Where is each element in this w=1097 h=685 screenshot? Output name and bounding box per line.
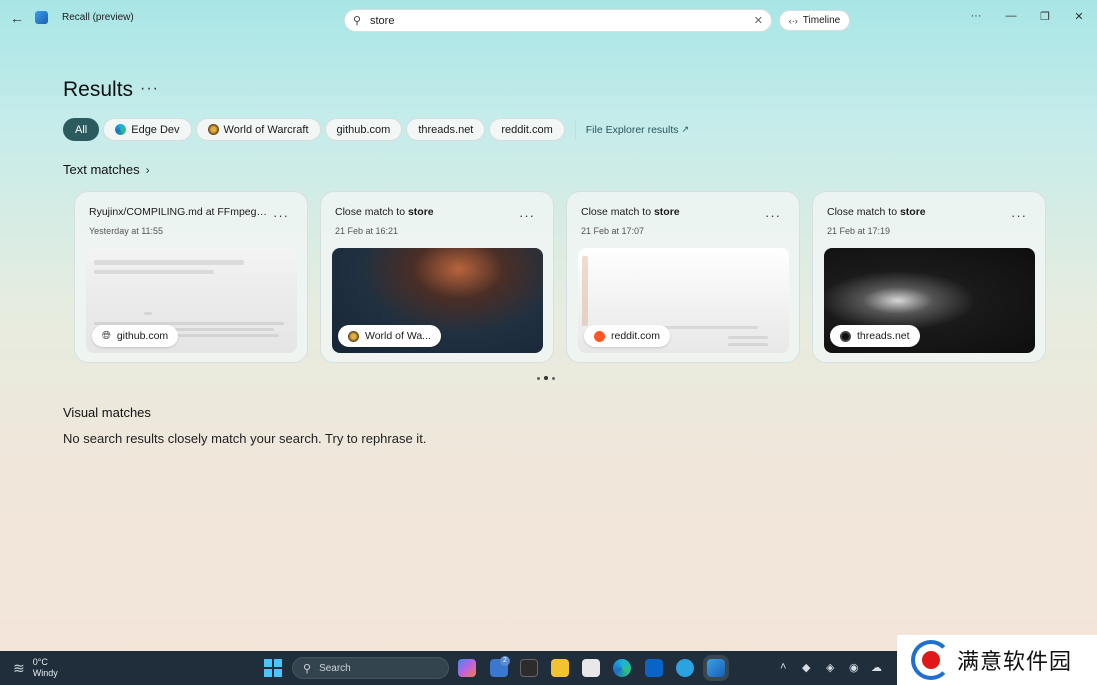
card-title: Close match to store: [335, 206, 434, 218]
windows-start-icon[interactable]: [264, 659, 282, 677]
restore-icon[interactable]: ❐: [1036, 10, 1054, 24]
weather-widget[interactable]: ≋ 0°C Windy: [13, 657, 58, 679]
source-pill: reddit.com: [584, 325, 671, 347]
notification-badge: 2: [500, 656, 510, 666]
clear-icon[interactable]: ✕: [754, 14, 763, 27]
chevron-up-icon[interactable]: ˄: [780, 661, 786, 673]
onedrive-icon[interactable]: ☁: [871, 661, 882, 674]
text-matches-header[interactable]: Text matches ›: [63, 162, 150, 177]
card-more-icon[interactable]: ···: [765, 208, 781, 223]
source-pill: threads.net: [830, 325, 920, 347]
no-results-message: No search results closely match your sea…: [63, 431, 427, 446]
filter-label: threads.net: [418, 123, 474, 136]
filter-bar: All Edge Dev World of Warcraft github.co…: [63, 118, 689, 141]
card-title: Ryujinx/COMPILING.md at FFmpeg-fo...: [89, 206, 269, 218]
pager-dot[interactable]: [552, 376, 555, 380]
timeline-label: Timeline: [802, 15, 841, 26]
wow-icon: [207, 124, 219, 135]
match-card[interactable]: Ryujinx/COMPILING.md at FFmpeg-fo... Yes…: [74, 191, 308, 363]
filter-label: github.com: [336, 123, 391, 136]
back-arrow-icon[interactable]: ←: [8, 10, 26, 26]
search-icon: ⚲: [303, 662, 312, 675]
filter-github[interactable]: github.com: [324, 118, 403, 141]
divider: [574, 119, 576, 140]
telegram-icon[interactable]: [676, 659, 694, 677]
threads-icon: [840, 330, 851, 342]
results-more-icon[interactable]: ···: [140, 80, 159, 98]
search-box[interactable]: ⚲ ✕: [344, 9, 772, 32]
taskbar-search-label: Search: [319, 662, 351, 674]
source-label: github.com: [116, 330, 169, 342]
source-label: World of Wa...: [365, 330, 431, 342]
copilot-icon[interactable]: [458, 659, 476, 677]
chevron-right-icon: ›: [145, 163, 150, 177]
app-title: Recall (preview): [62, 12, 134, 23]
watermark-logo: [911, 640, 951, 680]
outlook-icon[interactable]: [645, 659, 663, 677]
card-date: 21 Feb at 17:19: [827, 226, 891, 236]
card-title: Close match to store: [581, 206, 680, 218]
recall-app-icon: [35, 11, 48, 24]
card-date: 21 Feb at 16:21: [335, 226, 399, 236]
card-more-icon[interactable]: ···: [1011, 208, 1027, 223]
results-title: Results: [63, 78, 134, 101]
card-more-icon[interactable]: ···: [519, 208, 535, 223]
temperature: 0°C: [32, 657, 48, 667]
terminal-icon[interactable]: [520, 659, 538, 677]
card-date: 21 Feb at 17:07: [581, 226, 645, 236]
filter-edge-dev[interactable]: Edge Dev: [103, 118, 192, 141]
weather-condition: Windy: [32, 668, 58, 678]
store-icon[interactable]: [582, 659, 600, 677]
source-pill: World of Wa...: [338, 325, 441, 347]
more-options-icon[interactable]: ···: [967, 10, 985, 24]
card-date: Yesterday at 11:55: [89, 226, 164, 236]
watermark: 满意软件园: [897, 635, 1097, 685]
wow-icon: [348, 330, 359, 342]
source-label: reddit.com: [611, 330, 661, 342]
carousel-pager[interactable]: [537, 376, 555, 380]
card-more-icon[interactable]: ···: [273, 208, 289, 223]
file-explorer-results-link[interactable]: File Explorer results ↗: [586, 124, 689, 136]
match-card[interactable]: Close match to store 21 Feb at 17:19 ···…: [812, 191, 1046, 363]
filter-world-of-warcraft[interactable]: World of Warcraft: [195, 118, 321, 141]
timeline-icon: ‹·›: [788, 15, 798, 26]
filter-reddit[interactable]: reddit.com: [489, 118, 565, 141]
source-pill: 🌐︎ github.com: [92, 325, 179, 347]
edge-icon[interactable]: [613, 659, 631, 677]
file-explorer-label: File Explorer results: [585, 123, 679, 136]
search-input[interactable]: [370, 13, 730, 29]
pager-dot-current[interactable]: [544, 376, 548, 380]
match-card[interactable]: Close match to store 21 Feb at 17:07 ···…: [566, 191, 800, 363]
edge-icon: [115, 124, 127, 135]
text-matches-title: Text matches: [63, 162, 140, 177]
close-icon[interactable]: ✕: [1070, 10, 1088, 24]
visual-matches-title: Visual matches: [63, 405, 151, 420]
timeline-button[interactable]: ‹·› Timeline: [779, 10, 850, 31]
filter-label: Edge Dev: [131, 123, 180, 136]
edge-dev-tray-icon[interactable]: ◉: [849, 661, 859, 674]
watermark-text: 满意软件园: [957, 650, 1073, 675]
title-bar: ← Recall (preview) ⚲ ✕ ‹·› Timeline ··· …: [0, 0, 1097, 40]
filter-threads[interactable]: threads.net: [406, 118, 486, 141]
taskbar-search[interactable]: ⚲ Search: [292, 657, 449, 679]
filter-label: World of Warcraft: [223, 123, 309, 136]
filter-label: reddit.com: [501, 123, 553, 136]
teams-tray-icon[interactable]: ◆: [802, 661, 810, 674]
filter-label: All: [75, 123, 88, 136]
file-explorer-icon[interactable]: [551, 659, 569, 677]
search-icon: ⚲: [353, 15, 362, 27]
wind-icon: ≋: [13, 659, 25, 676]
external-link-icon: ↗: [681, 124, 690, 134]
source-label: threads.net: [857, 330, 910, 342]
match-card[interactable]: Close match to store 21 Feb at 16:21 ···…: [320, 191, 554, 363]
card-title: Close match to store: [827, 206, 926, 218]
reddit-icon: [594, 330, 605, 342]
minimize-icon[interactable]: —: [1002, 10, 1020, 24]
globe-icon: 🌐︎: [102, 329, 111, 342]
pager-dot[interactable]: [537, 376, 540, 380]
app-tray-icon[interactable]: ◈: [826, 661, 834, 674]
recall-taskbar-icon[interactable]: [707, 659, 725, 677]
filter-all[interactable]: All: [63, 118, 100, 141]
